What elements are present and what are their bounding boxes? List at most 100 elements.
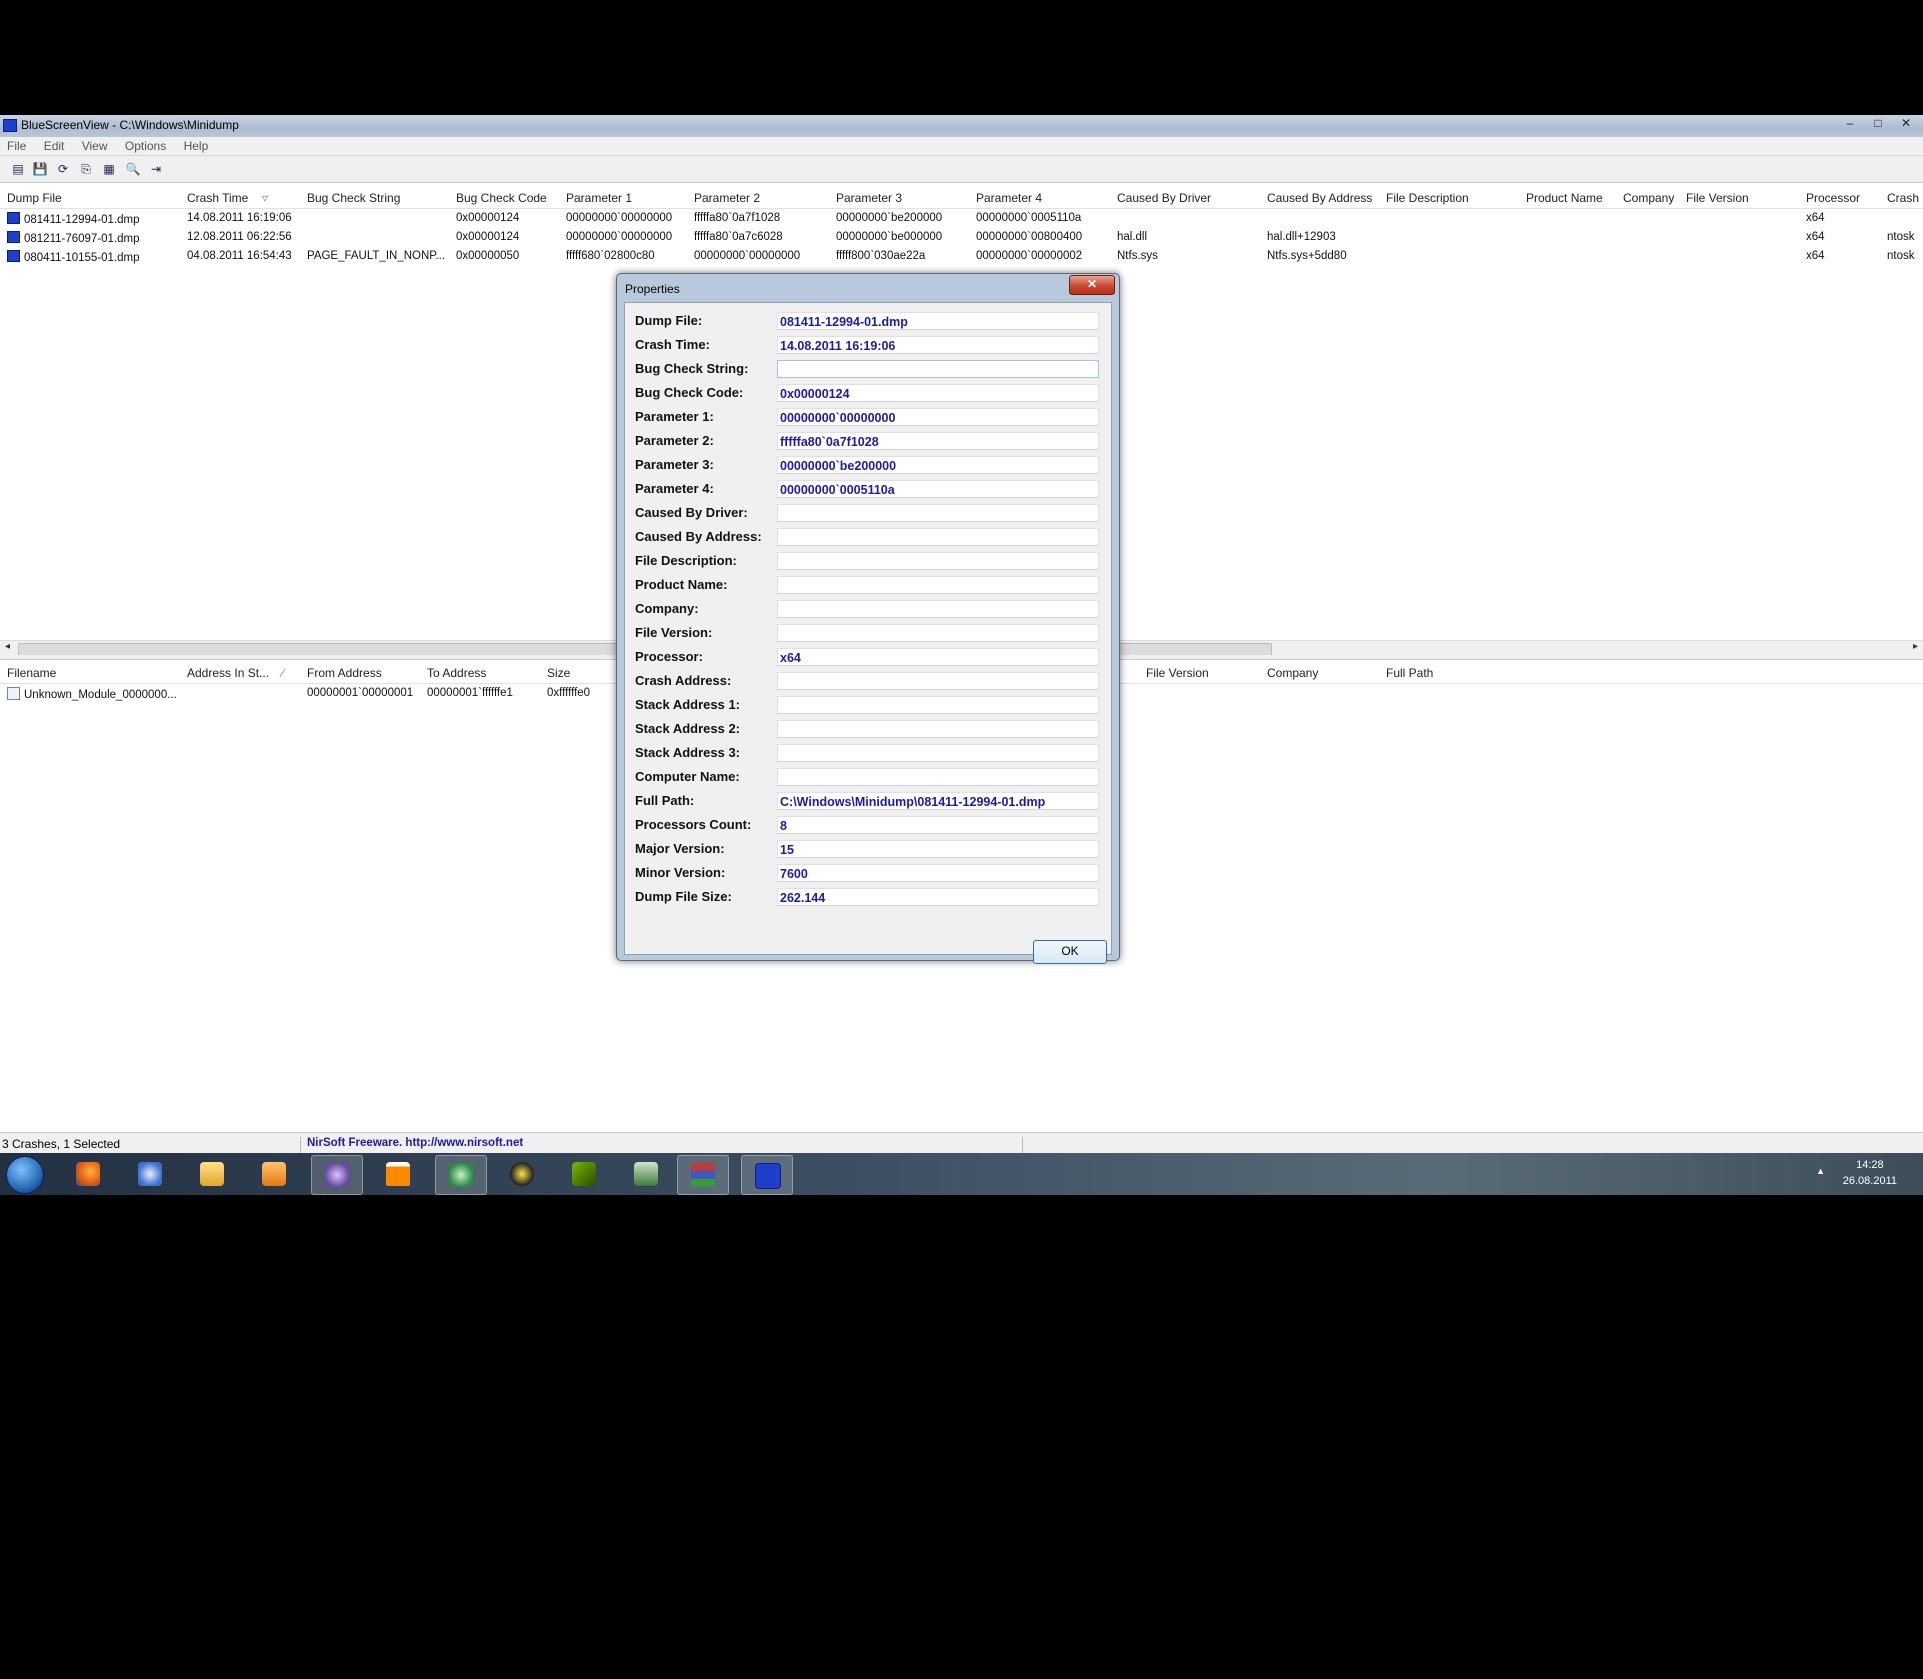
dump-file-icon (7, 212, 20, 224)
col-to-address[interactable]: To Address (427, 666, 486, 680)
col-product-name[interactable]: Product Name (1526, 191, 1603, 205)
property-value-field[interactable] (777, 672, 1099, 690)
nirsoft-link[interactable]: NirSoft Freeware. http://www.nirsoft.net (307, 1137, 523, 1149)
firefox-icon[interactable] (63, 1155, 113, 1193)
network-icon[interactable] (435, 1155, 487, 1195)
col-dump-file[interactable]: Dump File (7, 191, 62, 205)
explorer-icon[interactable] (187, 1155, 237, 1193)
sort-arrow-icon: ▿ (262, 191, 269, 205)
col-parameter-2[interactable]: Parameter 2 (694, 191, 760, 205)
processor: x64 (1806, 212, 1825, 224)
property-value-field[interactable]: 081411-12994-01.dmp (777, 312, 1099, 330)
find-icon[interactable]: 🔍 (125, 161, 141, 177)
close-button[interactable]: ✕ (1895, 116, 1917, 132)
exit-icon[interactable]: ⇥ (148, 161, 164, 177)
property-value-field[interactable]: 262.144 (777, 888, 1099, 906)
media-player-icon[interactable] (249, 1155, 299, 1193)
property-value-field[interactable] (777, 600, 1099, 618)
maximize-button[interactable]: □ (1867, 116, 1889, 132)
col-processor[interactable]: Processor (1806, 191, 1860, 205)
properties-icon[interactable]: ▤ (10, 161, 26, 177)
minimize-button[interactable]: – (1839, 116, 1861, 132)
col-size[interactable]: Size (547, 666, 570, 680)
property-value-field[interactable]: 8 (777, 816, 1099, 834)
refresh-icon[interactable]: ⟳ (55, 161, 71, 177)
property-value-field[interactable] (777, 744, 1099, 762)
start-button[interactable] (6, 1156, 44, 1194)
col-parameter-1[interactable]: Parameter 1 (566, 191, 632, 205)
vlc-icon[interactable] (373, 1155, 423, 1193)
copy-icon[interactable]: ⎘ (78, 161, 94, 177)
property-value-field[interactable] (777, 528, 1099, 546)
col-file-version[interactable]: File Version (1146, 666, 1209, 680)
col-file-description[interactable]: File Description (1386, 191, 1469, 205)
crash-row[interactable]: 081211-76097-01.dmp 12.08.2011 06:22:56 … (0, 229, 1923, 248)
col-bug-check-string[interactable]: Bug Check String (307, 191, 400, 205)
property-value-field[interactable]: fffffa80`0a7f1028 (777, 432, 1099, 450)
crash-row[interactable]: 081411-12994-01.dmp 14.08.2011 16:19:06 … (0, 210, 1923, 229)
dialog-close-button[interactable]: ✕ (1069, 275, 1115, 295)
property-value-field[interactable]: 15 (777, 840, 1099, 858)
property-value-field[interactable]: 0x00000124 (777, 384, 1099, 402)
parameter-4: 00000000`0005110a (976, 212, 1082, 224)
property-value-field[interactable]: 14.08.2011 16:19:06 (777, 336, 1099, 354)
from-address: 00000001`00000001 (307, 687, 414, 699)
menu-view[interactable]: View (75, 137, 115, 155)
clock-time: 14:28 (1856, 1159, 1884, 1171)
property-value-field[interactable] (777, 552, 1099, 570)
col-caused-by-address[interactable]: Caused By Address (1267, 191, 1372, 205)
menu-file[interactable]: File (0, 137, 33, 155)
menu-edit[interactable]: Edit (37, 137, 72, 155)
winrar-icon[interactable] (677, 1155, 729, 1195)
title-bar[interactable]: BlueScreenView - C:\Windows\Minidump – □… (0, 115, 1923, 137)
property-value-field[interactable] (777, 768, 1099, 786)
col-file-version[interactable]: File Version (1686, 191, 1749, 205)
property-value-field[interactable]: 00000000`00000000 (777, 408, 1099, 426)
property-value-field[interactable] (777, 696, 1099, 714)
property-value-field[interactable]: C:\Windows\Minidump\081411-12994-01.dmp (777, 792, 1099, 810)
property-value-field[interactable] (777, 360, 1099, 378)
menu-help[interactable]: Help (177, 137, 216, 155)
property-label: Stack Address 1: (635, 697, 741, 712)
property-value-field[interactable] (777, 720, 1099, 738)
col-caused-by-driver[interactable]: Caused By Driver (1117, 191, 1211, 205)
col-from-address[interactable]: From Address (307, 666, 382, 680)
dialog-body: Dump File: 081411-12994-01.dmp Crash Time:… (624, 302, 1112, 964)
thunderbird-icon[interactable] (125, 1155, 175, 1193)
task-manager-icon[interactable] (621, 1155, 671, 1193)
scroll-left-icon[interactable]: ◂ (5, 641, 10, 652)
crash-time: 04.08.2011 16:54:43 (187, 250, 292, 262)
bluescreenview-icon[interactable] (741, 1155, 793, 1195)
property-label: Parameter 1: (635, 409, 714, 424)
xmarks-icon[interactable] (497, 1155, 547, 1193)
properties-dialog: Properties ✕ Dump File: 081411-12994-01.d… (616, 273, 1120, 964)
menu-options[interactable]: Options (118, 137, 173, 155)
property-value-field[interactable]: 00000000`be200000 (777, 456, 1099, 474)
property-value-field[interactable] (777, 504, 1099, 522)
col-crash[interactable]: Crash (1887, 191, 1919, 205)
nvidia-icon[interactable] (559, 1155, 609, 1193)
property-value-field[interactable]: 00000000`0005110a (777, 480, 1099, 498)
pidgin-icon[interactable] (311, 1155, 363, 1195)
col-company[interactable]: Company (1623, 191, 1674, 205)
html-report-icon[interactable]: ▦ (101, 161, 117, 177)
col-parameter-3[interactable]: Parameter 3 (836, 191, 902, 205)
col-crash-time[interactable]: Crash Time (187, 191, 248, 205)
col-filename[interactable]: Filename (7, 666, 56, 680)
clock[interactable]: 14:28 26.08.2011 (1843, 1157, 1897, 1189)
scroll-right-icon[interactable]: ▸ (1913, 641, 1918, 652)
property-value-field[interactable]: x64 (777, 648, 1099, 666)
col-bug-check-code[interactable]: Bug Check Code (456, 191, 547, 205)
save-icon[interactable]: 💾 (32, 161, 48, 177)
crash-row[interactable]: 080411-10155-01.dmp 04.08.2011 16:54:43 … (0, 248, 1923, 267)
property-value-field[interactable]: 7600 (777, 864, 1099, 882)
parameter-4: 00000000`00000002 (976, 250, 1083, 262)
property-value-field[interactable] (777, 624, 1099, 642)
col-address-in-stack[interactable]: Address In St... (187, 666, 269, 680)
ok-button[interactable]: OK (1033, 940, 1107, 964)
property-value-field[interactable] (777, 576, 1099, 594)
col-parameter-4[interactable]: Parameter 4 (976, 191, 1042, 205)
col-full-path[interactable]: Full Path (1386, 666, 1433, 680)
col-company[interactable]: Company (1267, 666, 1318, 680)
tray-expand-icon[interactable]: ▲ (1816, 1166, 1825, 1176)
